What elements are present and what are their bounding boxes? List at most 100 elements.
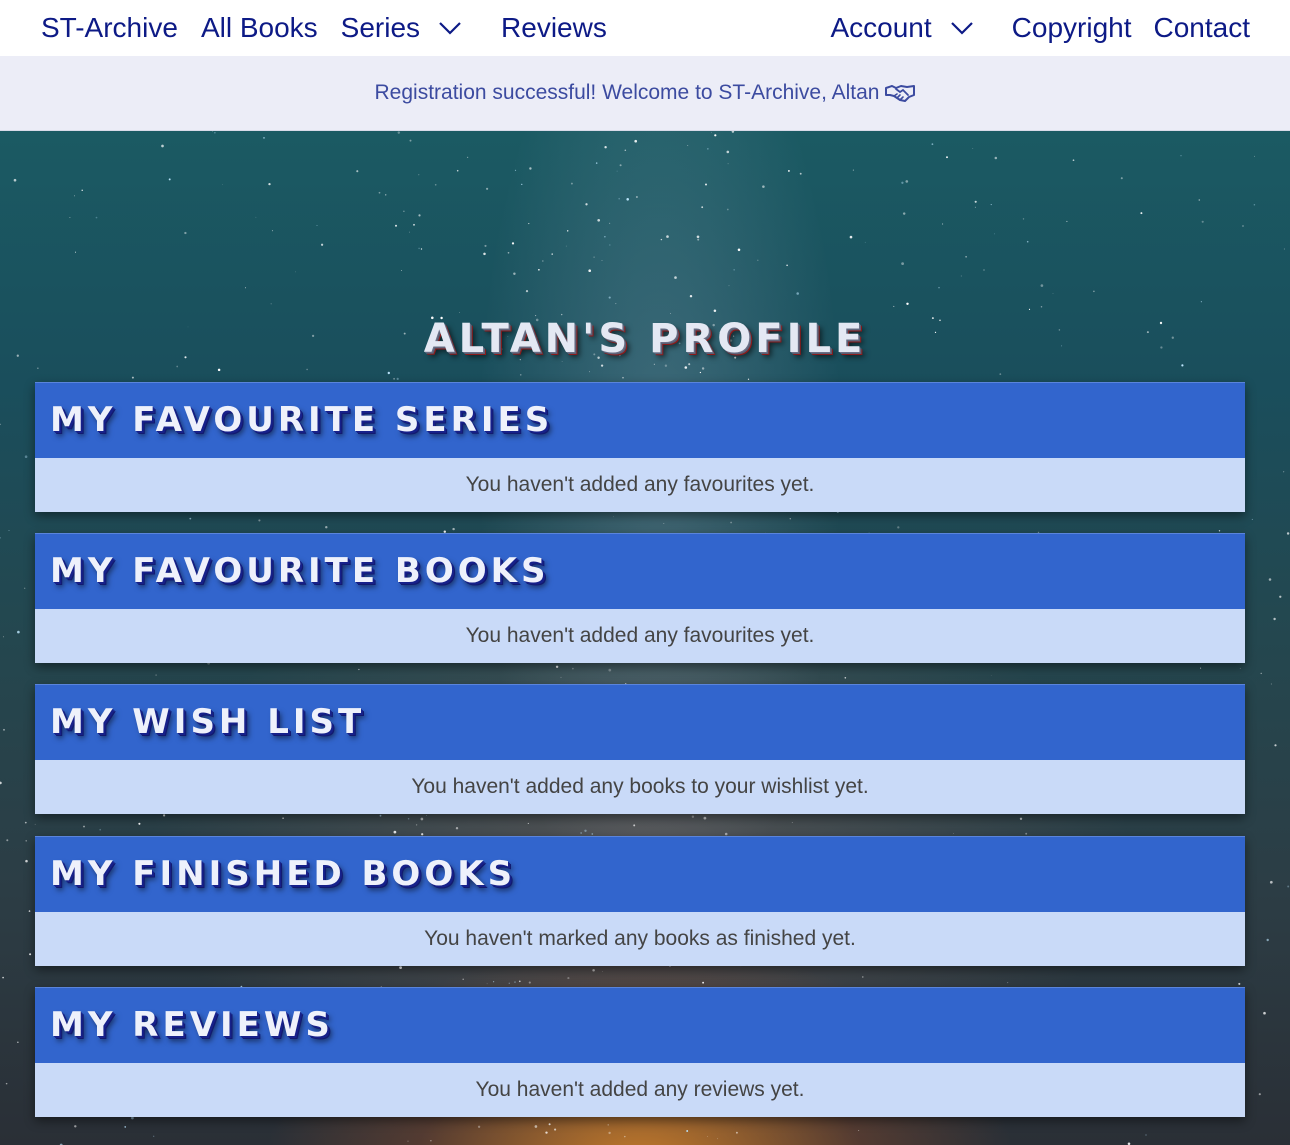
star [1242,225,1244,227]
star [527,822,529,824]
star [514,169,517,172]
star [511,242,515,245]
star [1025,832,1028,835]
star [1026,240,1029,243]
star [1072,159,1075,162]
star [600,364,604,367]
star [862,976,864,978]
star [762,185,765,188]
star [664,364,668,367]
star [727,163,729,165]
section-empty-message: You haven't added any favourites yet. [35,458,1245,512]
star [946,156,948,159]
star [585,203,588,206]
nav-account-dropdown[interactable]: Account [830,12,989,44]
star [24,455,28,458]
star [8,530,10,531]
star [74,195,76,197]
star [601,260,603,261]
star [407,1140,409,1142]
star [418,247,420,250]
star [69,216,71,219]
star [608,222,611,225]
star [258,519,261,522]
star [514,981,516,983]
star [974,200,977,203]
star [1066,220,1068,222]
star [455,826,459,830]
nav-copyright[interactable]: Copyright [1012,12,1132,44]
star [983,269,985,271]
star [521,183,523,186]
star [409,231,410,233]
section-header: My Finished Books [35,836,1245,912]
star [1093,290,1095,293]
star [548,1123,551,1126]
star [3,636,4,638]
star [731,131,735,133]
star [1238,982,1241,985]
star [713,309,717,313]
star [990,204,992,206]
section-finished-books: My Finished Books You haven't marked any… [35,836,1245,966]
star [1287,885,1290,888]
nav-series-dropdown[interactable]: Series [341,12,478,44]
star [1200,667,1202,669]
star [399,966,402,969]
star [849,235,853,239]
star [81,189,83,192]
star [395,224,397,227]
star [902,212,906,215]
star [686,1130,689,1132]
star [3,728,5,731]
section-title: My Wish List [50,701,366,742]
nav-all-books[interactable]: All Books [201,12,318,44]
star [707,148,709,150]
star [796,292,799,295]
top-navbar: ST-Archive All Books Series Reviews Acco… [0,0,1290,56]
star [757,259,759,261]
star [1180,155,1182,157]
star [420,817,424,821]
star [484,244,487,247]
star [255,216,257,218]
star [608,296,611,299]
star [733,269,735,271]
star [295,271,296,273]
star [1266,938,1269,942]
star [697,238,700,241]
star [161,144,164,148]
star [13,178,17,182]
star [604,146,607,149]
star [965,255,967,258]
star [486,187,489,190]
nav-reviews[interactable]: Reviews [501,12,607,44]
star [1283,248,1285,250]
star [588,269,592,273]
star [529,167,532,170]
star [25,840,27,842]
brand-link[interactable]: ST-Archive [41,12,178,44]
star [688,363,691,366]
star [459,312,460,313]
star [176,365,179,368]
star [131,1116,134,1120]
star [163,814,166,817]
star [1140,212,1143,215]
star [786,264,788,267]
page-title: Altan's Profile [423,316,867,362]
star [609,244,611,246]
star [131,376,134,379]
section-header: My Favourite Books [35,533,1245,609]
star [74,251,77,253]
section-wish-list: My Wish List You haven't added any books… [35,684,1245,814]
star [699,371,702,374]
star [702,981,704,984]
star [379,814,382,817]
star [588,371,590,373]
section-header: My Wish List [35,684,1245,760]
star [1218,530,1221,532]
nav-contact[interactable]: Contact [1154,12,1251,44]
star [663,523,665,524]
star [711,131,712,133]
